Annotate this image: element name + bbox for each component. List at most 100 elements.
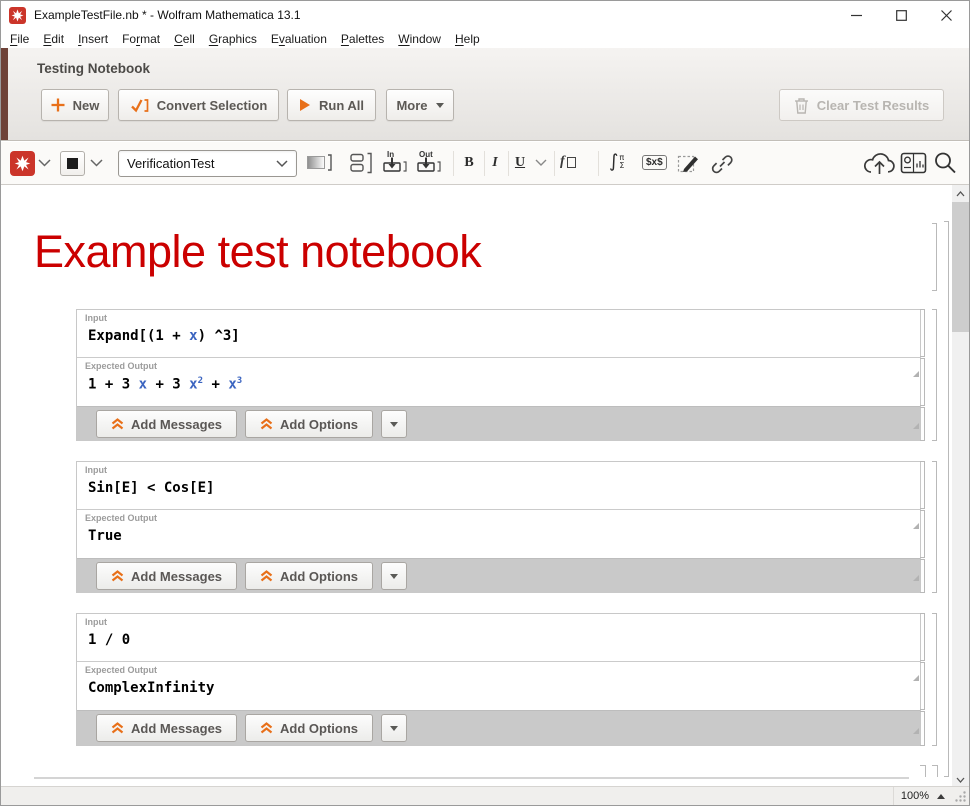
buttons-cell-bracket[interactable] — [920, 711, 925, 746]
evaluator-spikey-button[interactable] — [10, 151, 35, 176]
inline-math-button[interactable]: $x$ — [642, 155, 667, 170]
menu-insert[interactable]: Insert — [78, 32, 108, 46]
cell-group-icon — [350, 152, 373, 174]
add-messages-button[interactable]: Add Messages — [96, 410, 237, 438]
menu-edit[interactable]: Edit — [43, 32, 64, 46]
menu-format[interactable]: Format — [122, 32, 160, 46]
documentation-button[interactable] — [900, 151, 928, 176]
clear-test-results-button[interactable]: Clear Test Results — [779, 89, 944, 121]
close-button[interactable] — [924, 1, 969, 29]
cell-dingbat-icon — [913, 728, 919, 734]
resize-grip-icon[interactable] — [954, 790, 967, 803]
cloud-publish-button[interactable] — [862, 151, 896, 176]
drawing-tools-button[interactable] — [677, 152, 701, 175]
input-cell-bracket[interactable] — [920, 461, 925, 509]
gradient-swatch-icon — [307, 154, 332, 172]
convert-selection-button[interactable]: Convert Selection — [118, 89, 279, 121]
add-options-button[interactable]: Add Options — [245, 714, 373, 742]
underline-button[interactable]: U — [510, 155, 530, 171]
run-all-button[interactable]: Run All — [287, 89, 376, 121]
status-separator — [893, 787, 894, 805]
add-options-button[interactable]: Add Options — [245, 410, 373, 438]
move-input-button[interactable]: In — [382, 149, 410, 177]
scrollbar-thumb[interactable] — [952, 202, 969, 332]
expected-output-code[interactable]: True — [88, 528, 920, 544]
test-cell-button-strip: Add Messages Add Options — [77, 558, 920, 593]
menu-graphics[interactable]: Graphics — [209, 32, 257, 46]
test-group-bracket[interactable] — [932, 613, 937, 746]
notebook-title[interactable]: Example test notebook — [34, 226, 481, 278]
chevron-down-icon — [390, 422, 398, 427]
italic-button[interactable]: I — [486, 155, 504, 171]
input-code[interactable]: 1 / 0 — [88, 632, 920, 648]
scroll-up-button[interactable] — [952, 185, 969, 202]
menu-file[interactable]: File — [10, 32, 29, 46]
function-template-button[interactable]: f — [560, 154, 576, 170]
add-options-button[interactable]: Add Options — [245, 562, 373, 590]
cell-dingbat-icon — [913, 423, 919, 429]
menu-evaluation[interactable]: Evaluation — [271, 32, 327, 46]
input-code[interactable]: Sin[E] < Cos[E] — [88, 480, 920, 496]
expected-output-section[interactable]: Expected Output ComplexInfinity — [77, 661, 920, 710]
input-cell-bracket[interactable] — [920, 613, 925, 661]
underline-chevron-button[interactable] — [535, 159, 547, 167]
chevron-down-icon — [390, 726, 398, 731]
expected-output-section[interactable]: Expected Output 1 + 3 x + 3 x2 + x3 — [77, 357, 920, 406]
math-typesetting-button[interactable]: ∫ πΣ — [609, 151, 624, 172]
more-button[interactable]: More — [386, 89, 454, 121]
mathematica-spikey-icon — [9, 7, 26, 24]
output-cell-bracket[interactable] — [920, 510, 925, 558]
minimize-button[interactable] — [834, 1, 879, 29]
evaluator-chevron-button[interactable] — [38, 159, 51, 167]
test-cell-button-strip: Add Messages Add Options — [77, 710, 920, 745]
add-options-dropdown-button[interactable] — [381, 410, 407, 438]
test-input-section[interactable]: Input Sin[E] < Cos[E] — [77, 462, 920, 509]
add-options-dropdown-button[interactable] — [381, 562, 407, 590]
menu-help[interactable]: Help — [455, 32, 480, 46]
buttons-cell-bracket[interactable] — [920, 559, 925, 593]
add-options-dropdown-button[interactable] — [381, 714, 407, 742]
test-group-bracket[interactable] — [932, 461, 937, 593]
new-test-button[interactable]: New — [41, 89, 109, 121]
output-cell-bracket[interactable] — [920, 662, 925, 710]
input-cell-bracket[interactable] — [920, 309, 925, 357]
add-messages-button[interactable]: Add Messages — [96, 714, 237, 742]
cell-insertion-button[interactable] — [60, 151, 85, 176]
cell-bracket[interactable] — [920, 765, 926, 777]
expected-output-code[interactable]: 1 + 3 x + 3 x2 + x3 — [88, 376, 920, 393]
cell-insertion-chevron-button[interactable] — [90, 159, 103, 167]
magnification-menu-icon[interactable] — [937, 794, 945, 799]
output-cell-bracket[interactable] — [920, 358, 925, 406]
buttons-cell-bracket[interactable] — [920, 407, 925, 441]
title-cell-bracket[interactable] — [932, 223, 937, 291]
format-toolbar: VerificationTest In — [1, 142, 969, 185]
add-messages-button[interactable]: Add Messages — [96, 562, 237, 590]
chevron-up-icon — [956, 191, 965, 197]
maximize-button[interactable] — [879, 1, 924, 29]
cell-style-dropdown[interactable]: VerificationTest — [118, 150, 297, 177]
expected-output-section[interactable]: Expected Output True — [77, 509, 920, 558]
menu-palettes[interactable]: Palettes — [341, 32, 384, 46]
test-input-section[interactable]: Input 1 / 0 — [77, 614, 920, 661]
title-bar[interactable]: ExampleTestFile.nb * - Wolfram Mathemati… — [1, 1, 969, 29]
notebook-canvas[interactable]: Example test notebook Input Expand[(1 + … — [1, 185, 954, 788]
magnification-value[interactable]: 100% — [901, 790, 929, 802]
move-output-button[interactable]: Out — [416, 149, 446, 177]
group-cells-button[interactable] — [350, 152, 373, 174]
spikey-icon — [14, 155, 31, 172]
input-code[interactable]: Expand[(1 + x) ^3] — [88, 328, 920, 344]
bold-button[interactable]: B — [459, 155, 479, 171]
menu-window[interactable]: Window — [398, 32, 441, 46]
test-group-bracket[interactable] — [932, 309, 937, 441]
menu-cell[interactable]: Cell — [174, 32, 195, 46]
cell-background-button[interactable] — [307, 154, 332, 172]
expected-output-code[interactable]: ComplexInfinity — [88, 680, 920, 696]
test-cell-button-strip: Add Messages Add Options — [77, 406, 920, 441]
search-button[interactable] — [933, 151, 957, 175]
test-input-section[interactable]: Input Expand[(1 + x) ^3] — [77, 310, 920, 357]
double-chevron-up-icon — [111, 570, 124, 582]
cell-bracket[interactable] — [932, 765, 938, 777]
vertical-scrollbar[interactable] — [952, 185, 969, 788]
section-group-bracket[interactable] — [944, 221, 949, 777]
hyperlink-button[interactable] — [710, 153, 734, 175]
